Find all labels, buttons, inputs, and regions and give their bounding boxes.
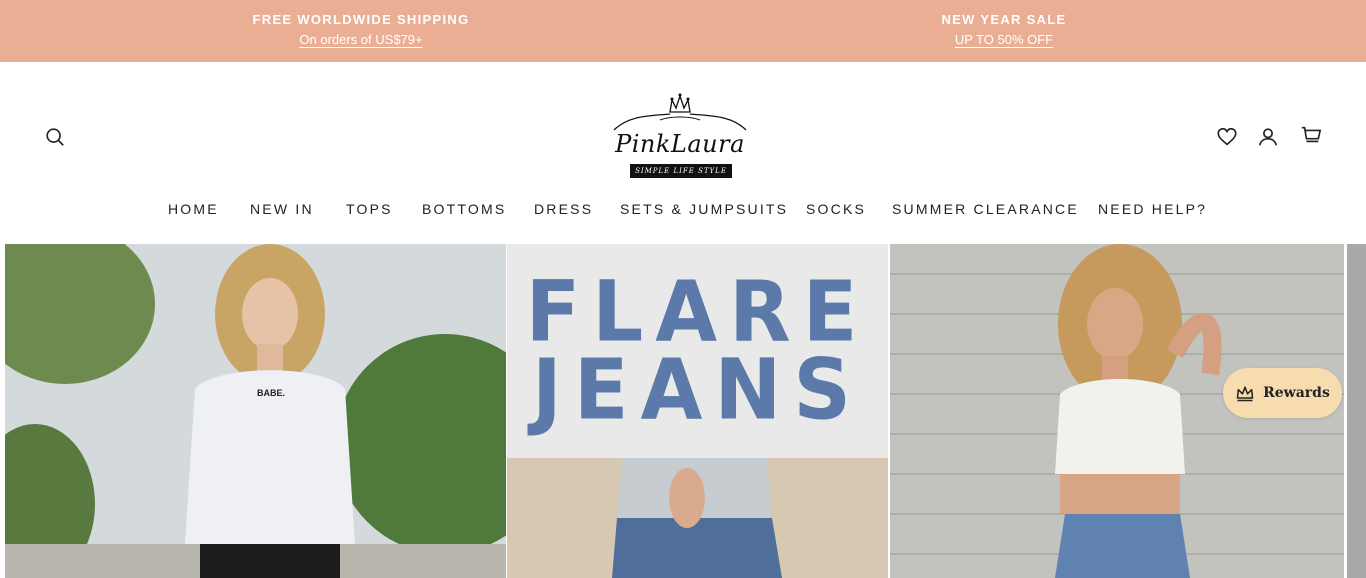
nav-item-home[interactable]: HOME bbox=[168, 200, 219, 218]
site-logo[interactable]: PinkLaura SIMPLE LIFE STYLE bbox=[600, 86, 760, 182]
nav-item-sets-jumpsuits[interactable]: SETS & JUMPSUITS bbox=[620, 200, 788, 218]
rewards-label: Rewards bbox=[1263, 385, 1330, 401]
hero-panel-model-white-top[interactable]: BABE. bbox=[5, 244, 506, 578]
nav-item-tops[interactable]: TOPS bbox=[346, 200, 393, 218]
nav-item-need-help[interactable]: NEED HELP? bbox=[1098, 200, 1207, 218]
cart-icon bbox=[1301, 126, 1322, 143]
announcement-shipping-title: FREE WORLDWIDE SHIPPING bbox=[252, 12, 470, 27]
search-icon bbox=[46, 128, 64, 146]
logo-wordmark: PinkLaura bbox=[615, 130, 745, 158]
nav-item-bottoms[interactable]: BOTTOMS bbox=[422, 200, 506, 218]
flare-jeans-photo bbox=[507, 458, 888, 578]
cart-button[interactable] bbox=[1296, 120, 1326, 150]
flare-jeans-title-block: FLARE JEANS bbox=[507, 244, 888, 458]
announcement-sale: NEW YEAR SALE UP TO 50% OFF bbox=[854, 12, 1154, 49]
announcement-sale-title: NEW YEAR SALE bbox=[941, 12, 1067, 27]
site-header: PinkLaura SIMPLE LIFE STYLE HOME NEW IN … bbox=[0, 62, 1366, 244]
announcement-shipping: FREE WORLDWIDE SHIPPING On orders of US$… bbox=[211, 12, 511, 49]
user-icon bbox=[1258, 128, 1278, 146]
nav-item-new-in[interactable]: NEW IN bbox=[250, 200, 314, 218]
announcement-shipping-link[interactable]: On orders of US$79+ bbox=[299, 32, 422, 48]
model-photo-illustration bbox=[5, 244, 506, 578]
shirt-print: BABE. bbox=[257, 388, 286, 398]
nav-item-dress[interactable]: DRESS bbox=[534, 200, 593, 218]
announcement-bar: FREE WORLDWIDE SHIPPING On orders of US$… bbox=[0, 0, 1366, 62]
nav-item-socks[interactable]: SOCKS bbox=[806, 200, 866, 218]
hero-banner: BABE. FLARE JEANS bbox=[0, 244, 1366, 578]
wishlist-button[interactable] bbox=[1212, 122, 1242, 152]
jeans-photo-illustration bbox=[507, 458, 888, 578]
account-button[interactable] bbox=[1253, 122, 1283, 152]
hero-panel-next-peek[interactable] bbox=[1347, 244, 1366, 578]
logo-tagline: SIMPLE LIFE STYLE bbox=[630, 164, 732, 178]
crown-icon bbox=[1236, 386, 1254, 402]
hero-panel-flare-jeans[interactable]: FLARE JEANS bbox=[507, 244, 888, 578]
nav-item-summer-clearance[interactable]: SUMMER CLEARANCE bbox=[892, 200, 1079, 218]
search-button[interactable] bbox=[40, 122, 70, 152]
announcement-sale-link[interactable]: UP TO 50% OFF bbox=[955, 32, 1053, 48]
heart-icon bbox=[1217, 127, 1237, 146]
crown-logo-icon bbox=[613, 93, 747, 131]
flare-jeans-title-line-2: JEANS bbox=[532, 340, 863, 439]
main-nav: HOME NEW IN TOPS BOTTOMS DRESS SETS & JU… bbox=[0, 200, 1366, 220]
rewards-button[interactable]: Rewards bbox=[1223, 368, 1342, 418]
